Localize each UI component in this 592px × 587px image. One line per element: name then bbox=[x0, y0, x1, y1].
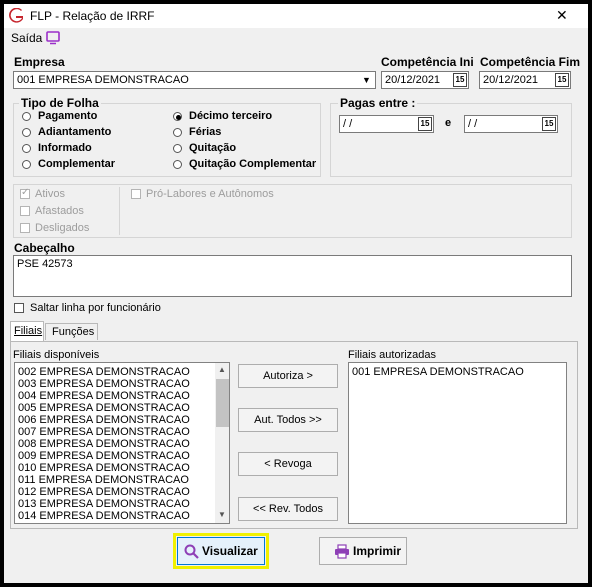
autoriza-button[interactable]: Autoriza > bbox=[238, 364, 338, 388]
radio-label: Complementar bbox=[38, 158, 116, 170]
rev-todos-button[interactable]: << Rev. Todos bbox=[238, 497, 338, 521]
revoga-button[interactable]: < Revoga bbox=[238, 452, 338, 476]
cabecalho-value: PSE 42573 bbox=[17, 258, 73, 270]
radio-quitacao[interactable] bbox=[173, 144, 182, 153]
checkbox-pro-labores[interactable] bbox=[131, 189, 141, 199]
app-logo-icon bbox=[9, 8, 23, 23]
scroll-up-icon[interactable]: ▲ bbox=[218, 366, 227, 374]
filiais-autorizadas-label: Filiais autorizadas bbox=[348, 349, 437, 361]
magnifier-icon bbox=[184, 544, 199, 559]
imprimir-button[interactable]: Imprimir bbox=[319, 537, 407, 565]
competencia-fim-label: Competência Fim bbox=[480, 55, 581, 69]
radio-informado[interactable] bbox=[22, 144, 31, 153]
list-item[interactable]: 004 EMPRESA DEMONSTRACAO bbox=[15, 390, 229, 402]
situacao-group bbox=[13, 184, 572, 238]
empresa-select[interactable]: 001 EMPRESA DEMONSTRACAO ▼ bbox=[13, 71, 376, 89]
checkbox-label: Ativos bbox=[35, 188, 65, 200]
filiais-disponiveis-label: Filiais disponíveis bbox=[13, 349, 100, 361]
competencia-fim-value: 20/12/2021 bbox=[483, 74, 539, 86]
window-title: FLP - Relação de IRRF bbox=[30, 9, 155, 23]
list-item[interactable]: 011 EMPRESA DEMONSTRACAO bbox=[15, 474, 229, 486]
empresa-label: Empresa bbox=[14, 55, 65, 69]
radio-ferias[interactable] bbox=[173, 128, 182, 137]
scrollbar-thumb[interactable] bbox=[216, 379, 229, 427]
radio-adiantamento[interactable] bbox=[22, 128, 31, 137]
visualizar-label: Visualizar bbox=[202, 544, 258, 558]
imprimir-label: Imprimir bbox=[353, 544, 402, 558]
tab-funcoes[interactable]: Funções bbox=[45, 323, 98, 340]
radio-label: Adiantamento bbox=[38, 126, 112, 138]
checkbox-afastados[interactable] bbox=[20, 206, 30, 216]
list-item[interactable]: 010 EMPRESA DEMONSTRACAO bbox=[15, 462, 229, 474]
divider bbox=[119, 187, 120, 235]
list-item[interactable]: 001 EMPRESA DEMONSTRACAO bbox=[349, 366, 566, 378]
checkbox-label: Afastados bbox=[35, 205, 84, 217]
checkbox-label: Desligados bbox=[35, 222, 90, 234]
filiais-autorizadas-list[interactable]: 001 EMPRESA DEMONSTRACAO bbox=[348, 362, 567, 524]
calendar-icon[interactable]: 15 bbox=[542, 117, 556, 131]
radio-label: Informado bbox=[38, 142, 92, 154]
competencia-ini-label: Competência Ini bbox=[381, 55, 474, 69]
radio-label: Férias bbox=[189, 126, 222, 138]
pagas-entre-from-field[interactable]: / / 15 bbox=[339, 115, 434, 133]
list-item[interactable]: 007 EMPRESA DEMONSTRACAO bbox=[15, 426, 229, 438]
chevron-down-icon[interactable]: ▼ bbox=[362, 75, 371, 85]
tipo-folha-label: Tipo de Folha bbox=[19, 96, 101, 110]
checkbox-ativos[interactable]: ✓ bbox=[20, 187, 30, 199]
radio-label: Décimo terceiro bbox=[189, 110, 273, 122]
visualizar-button[interactable]: Visualizar bbox=[177, 537, 265, 565]
radio-label: Pagamento bbox=[38, 110, 98, 122]
pagas-entre-to-field[interactable]: / / 15 bbox=[464, 115, 558, 133]
calendar-icon[interactable]: 15 bbox=[555, 73, 569, 87]
cabecalho-textarea[interactable]: PSE 42573 bbox=[13, 255, 572, 297]
tab-label: Filiais bbox=[14, 325, 43, 337]
competencia-fim-field[interactable]: 20/12/2021 15 bbox=[479, 71, 571, 89]
close-icon[interactable]: ✕ bbox=[556, 7, 568, 24]
aut-todos-button[interactable]: Aut. Todos >> bbox=[238, 408, 338, 432]
checkmark-icon: ✓ bbox=[21, 187, 30, 198]
menu-saida[interactable]: Saída bbox=[11, 31, 42, 45]
list-item[interactable]: 006 EMPRESA DEMONSTRACAO bbox=[15, 414, 229, 426]
list-item[interactable]: 003 EMPRESA DEMONSTRACAO bbox=[15, 378, 229, 390]
radio-complementar[interactable] bbox=[22, 160, 31, 169]
pagas-entre-connector: e bbox=[445, 117, 452, 129]
competencia-ini-value: 20/12/2021 bbox=[385, 74, 441, 86]
pagas-entre-to-value: / / bbox=[468, 118, 478, 130]
radio-pagamento[interactable] bbox=[22, 112, 31, 121]
radio-label: Quitação Complementar bbox=[189, 158, 317, 170]
checkbox-desligados[interactable] bbox=[20, 223, 30, 233]
printer-icon bbox=[335, 544, 349, 559]
calendar-icon[interactable]: 15 bbox=[453, 73, 467, 87]
list-item[interactable]: 008 EMPRESA DEMONSTRACAO bbox=[15, 438, 229, 450]
list-item[interactable]: 002 EMPRESA DEMONSTRACAO bbox=[15, 366, 229, 378]
pagas-entre-label: Pagas entre : bbox=[338, 96, 418, 110]
list-item[interactable]: 005 EMPRESA DEMONSTRACAO bbox=[15, 402, 229, 414]
title-bar: FLP - Relação de IRRF ✕ bbox=[4, 4, 588, 28]
calendar-icon[interactable]: 15 bbox=[418, 117, 432, 131]
list-item[interactable]: 009 EMPRESA DEMONSTRACAO bbox=[15, 450, 229, 462]
pagas-entre-from-value: / / bbox=[343, 118, 353, 130]
radio-quitacao-complementar[interactable] bbox=[173, 160, 182, 169]
checkbox-saltar-linha[interactable] bbox=[14, 303, 24, 313]
list-item[interactable]: 013 EMPRESA DEMONSTRACAO bbox=[15, 498, 229, 510]
radio-label: Quitação bbox=[189, 142, 237, 154]
cabecalho-label: Cabeçalho bbox=[14, 241, 75, 255]
scroll-down-icon[interactable]: ▼ bbox=[218, 511, 227, 519]
empresa-value: 001 EMPRESA DEMONSTRACAO bbox=[17, 74, 189, 86]
tab-label: Funções bbox=[52, 326, 95, 338]
list-item[interactable]: 014 EMPRESA DEMONSTRACAO bbox=[15, 510, 229, 522]
checkbox-label: Pró-Labores e Autônomos bbox=[146, 188, 274, 200]
tab-filiais[interactable]: Filiais bbox=[10, 321, 44, 341]
monitor-icon[interactable] bbox=[46, 31, 61, 45]
competencia-ini-field[interactable]: 20/12/2021 15 bbox=[381, 71, 469, 89]
saltar-linha-label: Saltar linha por funcionário bbox=[30, 302, 161, 314]
radio-decimo-terceiro[interactable] bbox=[173, 112, 182, 121]
filiais-disponiveis-list[interactable]: 002 EMPRESA DEMONSTRACAO 003 EMPRESA DEM… bbox=[14, 362, 230, 524]
list-item[interactable]: 012 EMPRESA DEMONSTRACAO bbox=[15, 486, 229, 498]
